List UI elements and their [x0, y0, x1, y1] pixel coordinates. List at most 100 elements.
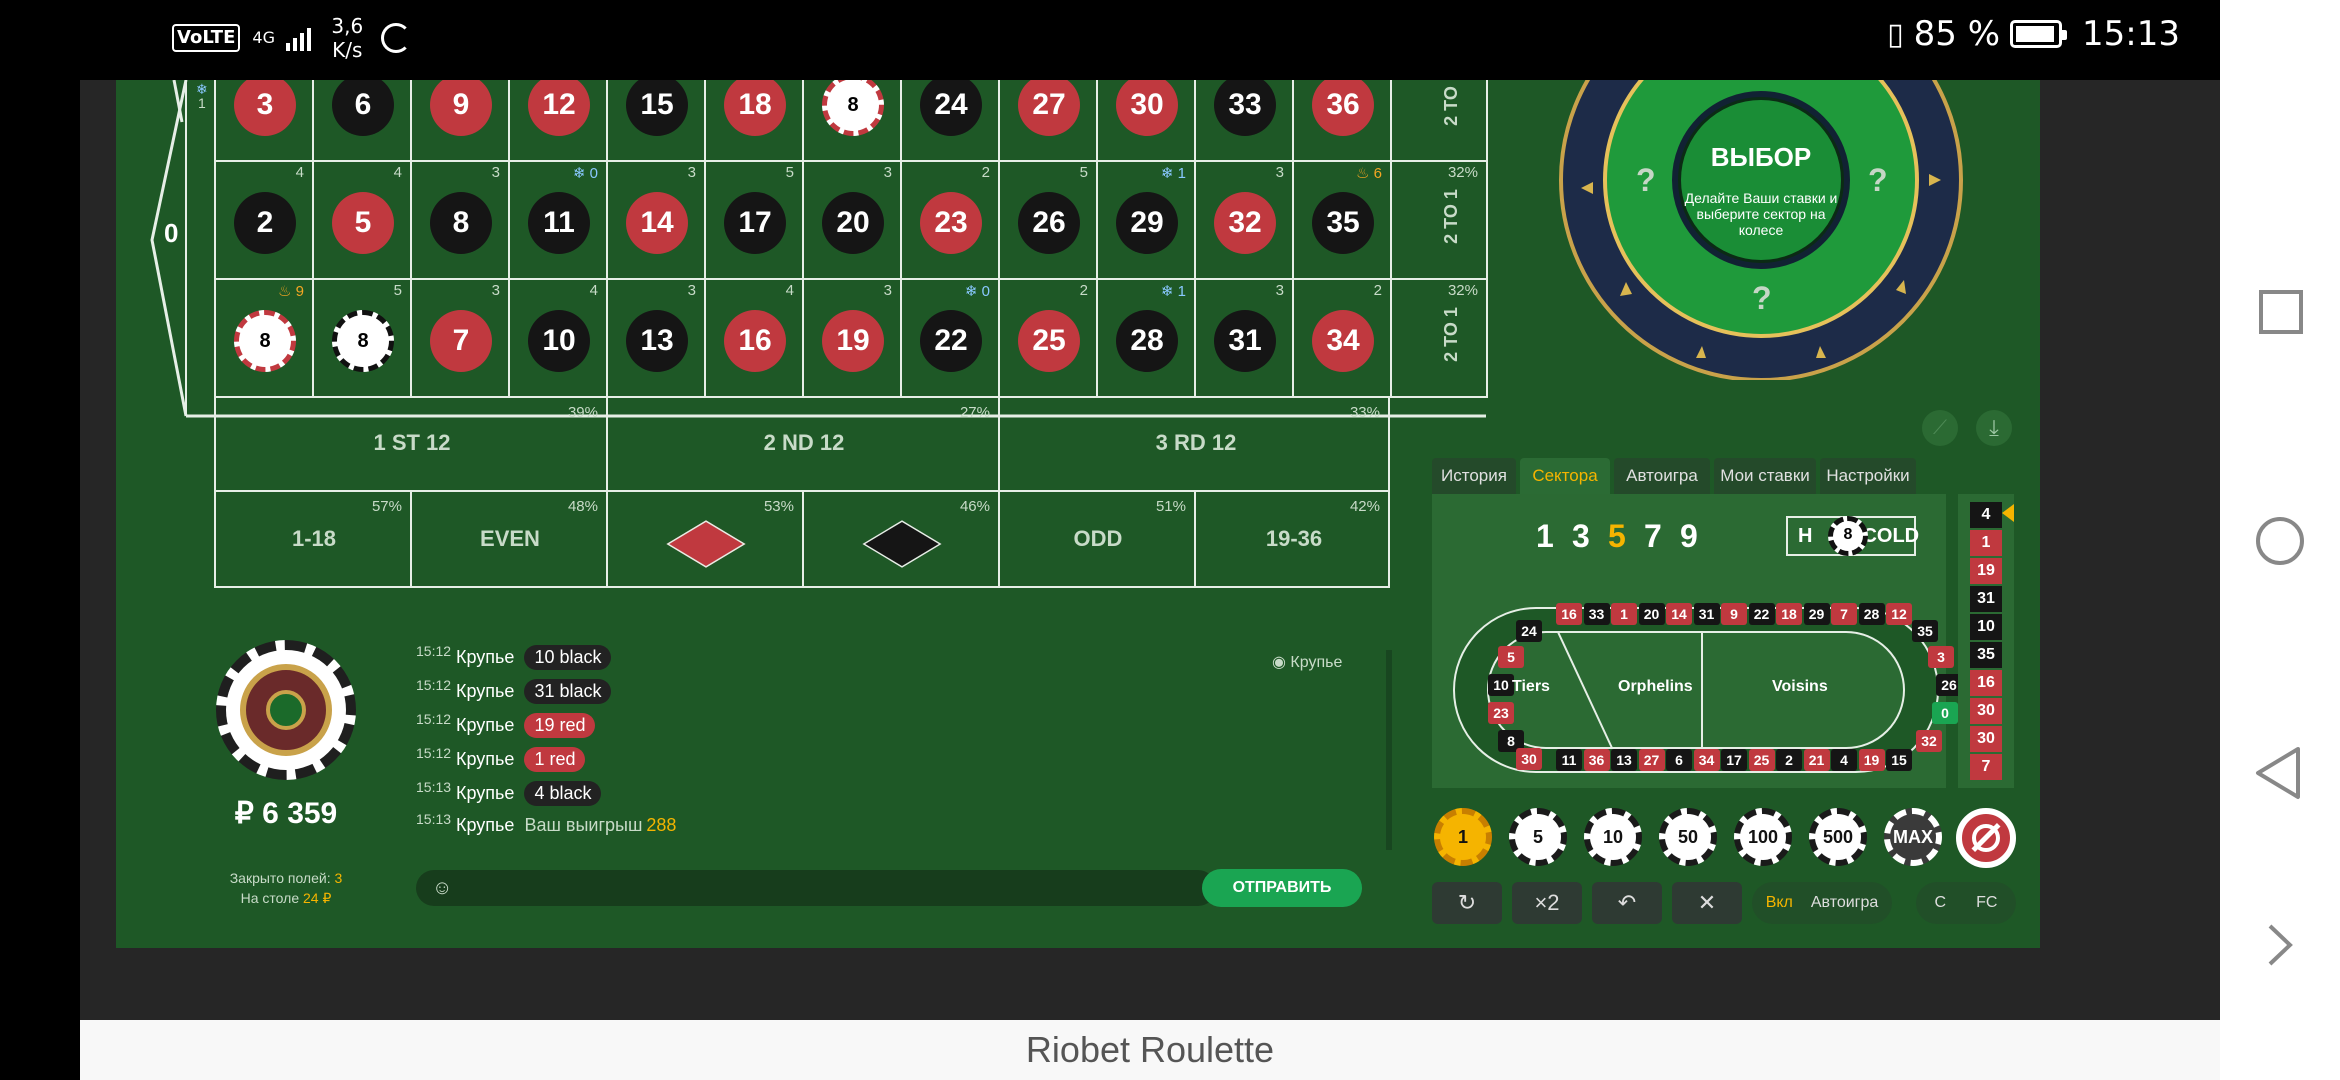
table-cell[interactable]: 28 ❄ 1 [1096, 278, 1194, 396]
table-cell[interactable]: 14 3 [606, 160, 704, 278]
chip-100[interactable]: 100 [1734, 808, 1792, 866]
brush-icon[interactable]: ⟋ [1922, 410, 1958, 446]
table-cell[interactable]: 9❄ 1 [410, 80, 508, 160]
race-number[interactable]: 6 [1666, 749, 1692, 771]
outside-bet[interactable]: 46% [802, 490, 998, 588]
table-cell[interactable]: 31 3 [1194, 278, 1292, 396]
column-bet[interactable]: 2 TO 1 32% [1390, 160, 1488, 278]
table-cell[interactable]: 23 2 [900, 160, 998, 278]
chip-1[interactable]: 1 [1434, 808, 1492, 866]
race-number[interactable]: 18 [1776, 603, 1802, 625]
table-cell[interactable]: 3♨ 7 [214, 80, 312, 160]
chip-10[interactable]: 10 [1584, 808, 1642, 866]
chip-5[interactable]: 5 [1509, 808, 1567, 866]
table-cell[interactable]: 183 [704, 80, 802, 160]
race-number[interactable]: 16 [1556, 603, 1582, 625]
table-cell[interactable]: 63 [312, 80, 410, 160]
table-cell[interactable]: 124 [508, 80, 606, 160]
table-cell[interactable]: 13 3 [606, 278, 704, 396]
race-number[interactable]: 3 [1928, 646, 1954, 668]
race-number[interactable]: 24 [1516, 620, 1542, 642]
race-number[interactable]: 7 [1831, 603, 1857, 625]
dealer-toggle[interactable]: ◉ Крупье [1272, 652, 1342, 672]
outside-bet[interactable]: ODD 51% [998, 490, 1194, 588]
sector-digit[interactable]: 7 [1644, 518, 1662, 555]
outside-bet[interactable]: 53% [606, 490, 802, 588]
tiers-label[interactable]: Tiers [1512, 678, 1550, 696]
send-button[interactable]: ОТПРАВИТЬ [1202, 869, 1362, 907]
clear-bets-icon[interactable] [1956, 808, 2016, 868]
undo-button[interactable]: ↶ [1592, 882, 1662, 924]
race-number[interactable]: 9 [1721, 603, 1747, 625]
table-cell[interactable]: 154 [606, 80, 704, 160]
autoplay-toggle[interactable]: Вкл Автоигра [1752, 882, 1892, 924]
race-number[interactable]: 17 [1721, 749, 1747, 771]
race-number[interactable]: 22 [1748, 603, 1775, 625]
voisins-label[interactable]: Voisins [1772, 678, 1828, 696]
race-number[interactable]: 33 [1583, 603, 1610, 625]
race-number[interactable]: 20 [1638, 603, 1665, 625]
table-cell[interactable]: 365 [1292, 80, 1390, 160]
race-number[interactable]: 31 [1693, 603, 1720, 625]
race-number[interactable]: 10 [1488, 674, 1514, 696]
race-number[interactable]: 0 [1932, 702, 1958, 724]
double-button[interactable]: ×2 [1512, 882, 1582, 924]
race-number[interactable]: 21 [1803, 749, 1830, 771]
race-number[interactable]: 28 [1858, 603, 1885, 625]
race-number[interactable]: 12 [1886, 603, 1912, 625]
table-cell[interactable]: 54 [312, 160, 410, 278]
table-cell[interactable]: 85 [312, 278, 410, 396]
sector-bottom[interactable]: ? [1752, 280, 1772, 317]
orphelins-label[interactable]: Orphelins [1618, 678, 1693, 696]
chat-input[interactable] [416, 870, 1216, 906]
race-number[interactable]: 23 [1488, 702, 1514, 724]
race-number[interactable]: 29 [1803, 603, 1830, 625]
recents-button[interactable] [2220, 288, 2340, 336]
outside-bet[interactable]: EVEN 48% [410, 490, 606, 588]
table-cell[interactable]: 34 2 [1292, 278, 1390, 396]
table-cell[interactable]: 24❄ 1 [900, 80, 998, 160]
table-cell[interactable]: 26 5 [998, 160, 1096, 278]
chip-50[interactable]: 50 [1659, 808, 1717, 866]
race-number[interactable]: 13 [1611, 749, 1637, 771]
table-cell[interactable]: 19 3 [802, 278, 900, 396]
tab-5[interactable]: Настройки [1820, 458, 1916, 494]
race-number[interactable]: 1 [1611, 603, 1637, 625]
chevron-right-icon[interactable] [2220, 922, 2340, 968]
race-number[interactable]: 36 [1583, 749, 1610, 771]
chip-MAX[interactable]: MAX [1884, 808, 1942, 866]
table-cell[interactable]: 20 3 [802, 160, 900, 278]
sector-digit[interactable]: 5 [1608, 518, 1626, 555]
table-cell[interactable]: 272 [998, 80, 1096, 160]
column-bet[interactable]: 2 TO 1 32% [1390, 278, 1488, 396]
table-cell[interactable]: 83 [410, 160, 508, 278]
race-number[interactable]: 15 [1886, 749, 1912, 771]
table-cell[interactable]: 8 ♨ 9 [214, 278, 312, 396]
table-cell[interactable]: 10 4 [508, 278, 606, 396]
table-cell[interactable]: 35 ♨ 6 [1292, 160, 1390, 278]
dozen-bet[interactable]: 1 ST 12 39% [214, 396, 606, 490]
download-icon[interactable]: ⤓ [1976, 410, 2012, 446]
clear-button[interactable]: ✕ [1672, 882, 1742, 924]
race-number[interactable]: 4 [1831, 749, 1857, 771]
race-number[interactable]: 19 [1858, 749, 1885, 771]
race-number[interactable]: 34 [1693, 749, 1720, 771]
zero-cell[interactable]: 0 [164, 218, 178, 249]
race-number[interactable]: 2 [1776, 749, 1802, 771]
outside-bet[interactable]: 1-18 57% [214, 490, 410, 588]
outside-bet[interactable]: 19-36 42% [1194, 490, 1390, 588]
chip-500[interactable]: 500 [1809, 808, 1867, 866]
race-number[interactable]: 11 [1556, 749, 1582, 771]
column-bet[interactable]: 2 TO 135% [1390, 80, 1488, 160]
table-cell[interactable]: 11 ❄ 0 [508, 160, 606, 278]
race-number[interactable]: 32 [1916, 730, 1942, 752]
sector-digit[interactable]: 3 [1572, 518, 1590, 555]
table-cell[interactable]: 305 [1096, 80, 1194, 160]
race-number[interactable]: 27 [1638, 749, 1665, 771]
race-number[interactable]: 25 [1748, 749, 1775, 771]
race-number[interactable]: 5 [1498, 646, 1524, 668]
table-cell[interactable]: 25 2 [998, 278, 1096, 396]
tab-4[interactable]: Мои ставки [1714, 458, 1816, 494]
table-cell[interactable]: 32 3 [1194, 160, 1292, 278]
home-button[interactable] [2220, 515, 2340, 567]
